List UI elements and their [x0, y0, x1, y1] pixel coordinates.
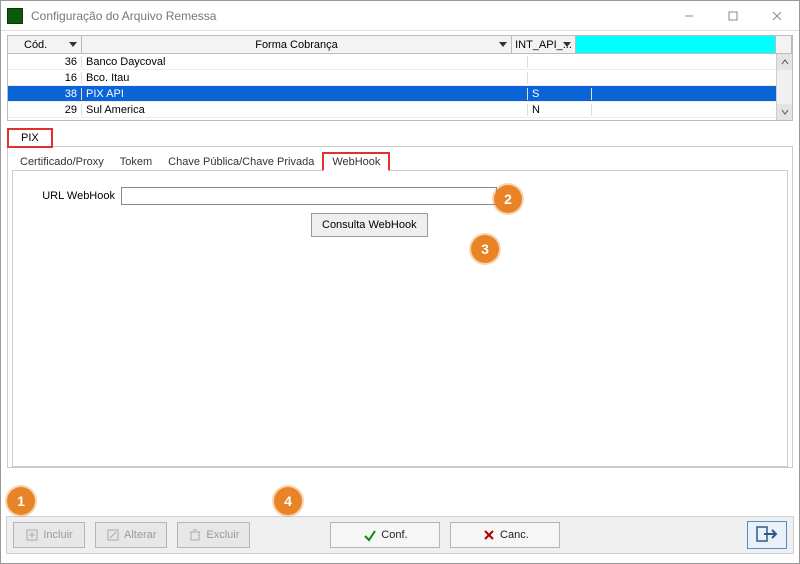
x-icon	[482, 528, 496, 542]
callout-4-num: 4	[284, 493, 292, 509]
edit-icon	[106, 528, 120, 542]
col-cod-label: Cód.	[24, 39, 47, 51]
column-header-int-api[interactable]: INT_API_...	[512, 36, 576, 53]
exit-icon	[756, 525, 778, 546]
conf-button[interactable]: Conf.	[330, 522, 440, 548]
tab-certificado-proxy[interactable]: Certificado/Proxy	[12, 154, 112, 170]
tab-webhook-label: WebHook	[332, 156, 380, 168]
table-row[interactable]: 29 Sul America N	[8, 102, 792, 118]
table-row-selected[interactable]: 38 PIX API S	[8, 86, 792, 102]
app-icon	[7, 8, 23, 24]
tab-chave-label: Chave Pública/Chave Privada	[168, 156, 314, 168]
incluir-button[interactable]: Incluir	[13, 522, 85, 548]
conf-label: Conf.	[381, 529, 407, 541]
grid-body: 36 Banco Daycoval 16 Bco. Itau 38 PIX AP…	[8, 54, 792, 118]
url-webhook-row: URL WebHook	[25, 187, 775, 205]
bottom-toolbar: Incluir Alterar Excluir Conf. Canc.	[6, 516, 794, 554]
cell-forma: Bco. Itau	[82, 72, 528, 84]
col-forma-label: Forma Cobrança	[255, 39, 338, 51]
callout-3-num: 3	[481, 241, 489, 257]
cell-cod: 38	[8, 88, 82, 100]
pix-panel: Certificado/Proxy Tokem Chave Pública/Ch…	[7, 146, 793, 468]
data-grid[interactable]: Cód. Forma Cobrança INT_API_... 36 Banco…	[7, 35, 793, 121]
table-row[interactable]: 36 Banco Daycoval	[8, 54, 792, 70]
cell-cod: 16	[8, 72, 82, 84]
maximize-button[interactable]	[711, 2, 755, 30]
excluir-label: Excluir	[206, 529, 239, 541]
consulta-webhook-button[interactable]: Consulta WebHook	[311, 213, 428, 237]
consult-row: Consulta WebHook	[311, 213, 775, 237]
chevron-down-icon	[563, 42, 571, 47]
canc-label: Canc.	[500, 529, 529, 541]
title-bar: Configuração do Arquivo Remessa	[1, 1, 799, 31]
column-header-scroll	[776, 36, 792, 53]
url-webhook-label: URL WebHook	[25, 190, 115, 202]
alterar-label: Alterar	[124, 529, 156, 541]
grid-header: Cód. Forma Cobrança INT_API_...	[8, 36, 792, 54]
minimize-button[interactable]	[667, 2, 711, 30]
chevron-down-icon	[499, 42, 507, 47]
column-header-cod[interactable]: Cód.	[8, 36, 82, 53]
cell-int: N	[528, 104, 592, 116]
callout-4: 4	[274, 487, 302, 515]
tab-chave-publica-privada[interactable]: Chave Pública/Chave Privada	[160, 154, 322, 170]
cell-int: S	[528, 88, 592, 100]
cell-forma: Sul America	[82, 104, 528, 116]
outer-tabstrip: PIX Certificado/Proxy Tokem Chave Públic…	[7, 127, 793, 468]
tab-pix-label: PIX	[21, 132, 39, 144]
alterar-button[interactable]: Alterar	[95, 522, 167, 548]
url-webhook-input[interactable]	[121, 187, 497, 205]
close-button[interactable]	[755, 2, 799, 30]
callout-1-num: 1	[17, 493, 25, 509]
column-header-highlight[interactable]	[576, 36, 776, 53]
tab-tokem[interactable]: Tokem	[112, 154, 160, 170]
tab-pix[interactable]: PIX	[7, 128, 53, 148]
trash-icon	[188, 528, 202, 542]
cell-forma: Banco Daycoval	[82, 56, 528, 68]
inner-tabstrip: Certificado/Proxy Tokem Chave Pública/Ch…	[12, 151, 788, 171]
window-title: Configuração do Arquivo Remessa	[31, 9, 216, 23]
cell-cod: 36	[8, 56, 82, 68]
excluir-button[interactable]: Excluir	[177, 522, 250, 548]
cell-forma: PIX API	[82, 88, 528, 100]
webhook-panel: URL WebHook Consulta WebHook	[12, 171, 788, 467]
tab-webhook[interactable]: WebHook	[322, 152, 390, 171]
chevron-down-icon	[69, 42, 77, 47]
callout-3: 3	[471, 235, 499, 263]
table-row[interactable]: 16 Bco. Itau	[8, 70, 792, 86]
exit-button[interactable]	[747, 521, 787, 549]
tab-cert-label: Certificado/Proxy	[20, 156, 104, 168]
consulta-webhook-label: Consulta WebHook	[322, 219, 417, 231]
column-header-forma[interactable]: Forma Cobrança	[82, 36, 512, 53]
check-icon	[363, 528, 377, 542]
incluir-label: Incluir	[43, 529, 72, 541]
callout-2-num: 2	[504, 191, 512, 207]
callout-2: 2	[494, 185, 522, 213]
add-icon	[25, 528, 39, 542]
scroll-up-button[interactable]	[777, 54, 792, 70]
scroll-down-button[interactable]	[777, 104, 792, 120]
cell-cod: 29	[8, 104, 82, 116]
window-controls	[667, 2, 799, 30]
vertical-scrollbar[interactable]	[776, 54, 792, 120]
canc-button[interactable]: Canc.	[450, 522, 560, 548]
callout-1: 1	[7, 487, 35, 515]
tab-token-label: Tokem	[120, 156, 152, 168]
